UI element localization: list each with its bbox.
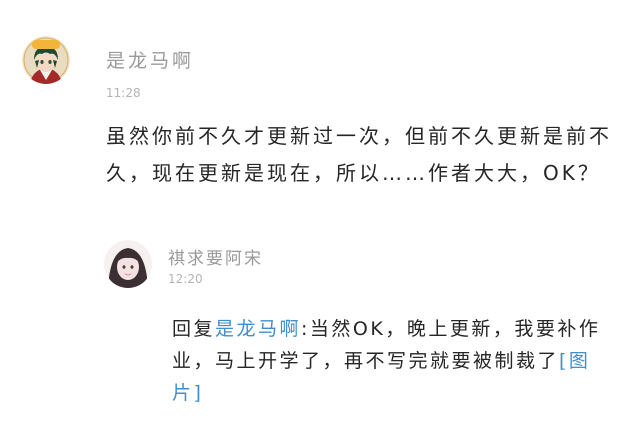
main-avatar[interactable] (22, 36, 70, 84)
main-comment-text: 虽然你前不久才更新过一次，但前不久更新是前不久，现在更新是现在，所以……作者大大… (106, 124, 612, 185)
reply-username[interactable]: 祺求要阿宋 (168, 244, 263, 269)
anime-avatar-icon (22, 36, 70, 84)
reply-text: 回复是龙马啊:当然OK，晚上更新，我要补作业，马上开学了，再不写完就要被制裁了[… (172, 313, 612, 409)
reply-mention-link[interactable]: 是龙马啊 (215, 318, 301, 340)
main-timestamp: 11:28 (106, 86, 141, 100)
main-username[interactable]: 是龙马啊 (106, 46, 194, 73)
reply-prefix: 回复 (172, 318, 216, 340)
reply-timestamp: 12:20 (168, 272, 203, 286)
girl-avatar-icon (104, 240, 152, 288)
reply-avatar[interactable] (104, 240, 152, 288)
